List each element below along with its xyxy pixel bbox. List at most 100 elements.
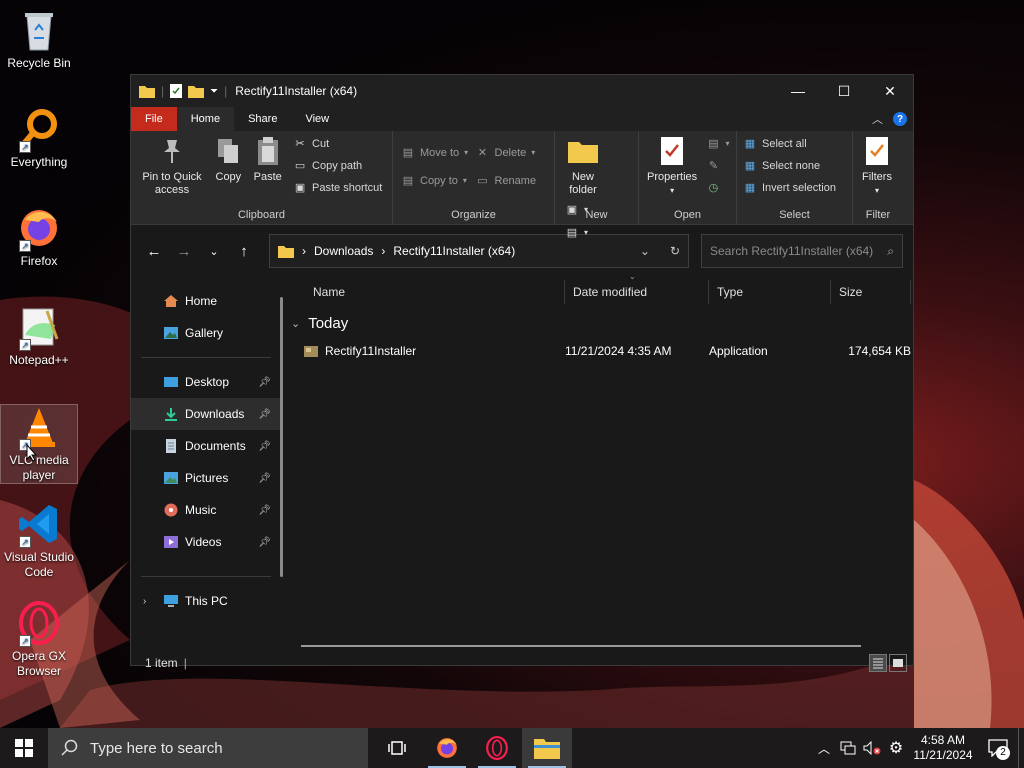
nav-item-videos[interactable]: Videos 📌︎ xyxy=(131,526,283,558)
address-bar[interactable]: › Downloads › Rectify11Installer (x64) ⌄… xyxy=(269,234,689,268)
nav-item-this-pc[interactable]: › This PC xyxy=(131,585,283,617)
paste-shortcut-button[interactable]: ▣ Paste shortcut xyxy=(293,179,383,196)
settings-gear-icon[interactable]: ⚙ xyxy=(884,738,908,758)
breadcrumb-current[interactable]: Rectify11Installer (x64) xyxy=(393,244,515,258)
pin-icon[interactable]: 📌︎ xyxy=(258,441,271,452)
column-type[interactable]: Type xyxy=(709,280,831,304)
help-icon[interactable]: ? xyxy=(893,112,907,126)
column-name[interactable]: Name xyxy=(291,280,565,304)
delete-button[interactable]: ✕ Delete ▾ xyxy=(476,144,537,161)
new-folder-small-icon[interactable] xyxy=(188,84,205,98)
taskbar-search[interactable]: Type here to search xyxy=(48,728,368,768)
taskbar-file-explorer[interactable] xyxy=(522,728,572,768)
refresh-icon[interactable]: ↻ xyxy=(670,244,680,258)
maximize-button[interactable]: ☐ xyxy=(821,75,867,107)
desktop-icon-vscode[interactable]: ↗ Visual Studio Code xyxy=(0,502,78,580)
large-icons-view-button[interactable] xyxy=(889,654,907,672)
column-size[interactable]: Size xyxy=(831,280,911,304)
ribbon: Pin to Quick access Copy Paste ✂ Cut ▭ Cop… xyxy=(131,131,913,239)
select-none-button[interactable]: ▦ Select none xyxy=(743,157,836,174)
nav-item-gallery[interactable]: Gallery xyxy=(131,317,283,349)
minimize-button[interactable]: — xyxy=(775,75,821,107)
desktop-icon-vlc[interactable]: ↗ VLC media player xyxy=(0,404,78,484)
nav-item-pictures[interactable]: Pictures 📌︎ xyxy=(131,462,283,494)
nav-item-desktop[interactable]: Desktop 📌︎ xyxy=(131,366,283,398)
nav-item-music[interactable]: Music 📌︎ xyxy=(131,494,283,526)
notification-center-button[interactable]: 2 xyxy=(978,728,1018,768)
group-header-today[interactable]: ⌄ Today xyxy=(291,309,913,337)
tab-view[interactable]: View xyxy=(291,107,343,131)
open-button[interactable]: ▤ ▾ xyxy=(706,135,729,152)
show-desktop-button[interactable] xyxy=(1018,728,1024,768)
horizontal-scrollbar[interactable] xyxy=(301,645,861,647)
forward-button[interactable]: → xyxy=(169,236,199,266)
clock[interactable]: 4:58 AM 11/21/2024 xyxy=(908,733,978,763)
desktop-icon-firefox[interactable]: ↗ Firefox xyxy=(0,206,78,269)
history-button[interactable]: ◷ xyxy=(706,179,729,196)
search-input[interactable]: Search Rectify11Installer (x64) xyxy=(710,244,887,258)
close-button[interactable]: ✕ xyxy=(867,75,913,107)
tab-home[interactable]: Home xyxy=(176,107,235,131)
nav-item-documents[interactable]: Documents 📌︎ xyxy=(131,430,283,462)
rename-icon: ▭ xyxy=(477,175,488,187)
pin-icon[interactable]: 📌︎ xyxy=(258,473,271,484)
taskbar-search-input[interactable]: Type here to search xyxy=(90,740,223,757)
move-to-button[interactable]: ▤ Move to ▾ xyxy=(401,144,468,161)
search-icon[interactable]: ⌕ xyxy=(887,244,894,259)
desktop-icon-everything[interactable]: ↗ Everything xyxy=(0,107,78,170)
title-bar[interactable]: | ⏷ | Rectify11Installer (x64) — ☐ ✕ xyxy=(131,75,913,107)
pin-icon[interactable]: 📌︎ xyxy=(258,537,271,548)
select-all-button[interactable]: ▦ Select all xyxy=(743,135,836,152)
select-all-label: Select all xyxy=(762,137,807,150)
copy-to-button[interactable]: ▤ Copy to ▾ xyxy=(401,172,468,189)
filters-button[interactable]: Filters ▾ xyxy=(861,135,893,197)
taskbar-opera-gx[interactable] xyxy=(472,728,522,768)
network-icon[interactable] xyxy=(836,741,860,755)
pin-to-quick-access-button[interactable]: Pin to Quick access xyxy=(139,135,205,197)
invert-selection-button[interactable]: ▦ Invert selection xyxy=(743,179,836,196)
task-view-button[interactable] xyxy=(372,728,422,768)
opera-gx-icon xyxy=(486,736,508,760)
paste-button[interactable]: Paste xyxy=(252,135,284,184)
back-button[interactable]: ← xyxy=(139,236,169,266)
expand-chevron-icon[interactable]: › xyxy=(143,596,146,607)
tab-file[interactable]: File xyxy=(131,107,177,131)
paste-label: Paste xyxy=(253,171,282,183)
copy-button[interactable]: Copy xyxy=(212,135,244,184)
column-date-modified[interactable]: ⌄ Date modified xyxy=(565,272,709,304)
show-hidden-icons-icon[interactable]: ︿ xyxy=(812,740,836,757)
tab-share[interactable]: Share xyxy=(234,107,291,131)
select-group-label: Select xyxy=(779,209,810,221)
desktop-icon-notepad-plus-plus[interactable]: ↗ Notepad++ xyxy=(0,305,78,368)
customize-toolbar-icon[interactable]: ⏷ xyxy=(210,86,218,97)
desktop-icon-recycle-bin[interactable]: Recycle Bin xyxy=(0,8,78,71)
start-button[interactable] xyxy=(0,728,48,768)
recent-locations-button[interactable]: ⌄ xyxy=(199,236,229,266)
nav-item-home[interactable]: Home xyxy=(131,285,283,317)
address-dropdown-icon[interactable]: ⌄ xyxy=(640,244,650,258)
nav-item-downloads[interactable]: Downloads 📌︎ xyxy=(131,398,283,430)
pin-icon[interactable]: 📌︎ xyxy=(258,377,271,388)
volume-muted-icon[interactable] xyxy=(860,741,884,755)
delete-x-icon: ✕ xyxy=(477,147,488,159)
pin-icon[interactable]: 📌︎ xyxy=(258,409,271,420)
rename-button[interactable]: ▭ Rename xyxy=(476,172,536,189)
edit-button[interactable]: ✎ xyxy=(706,157,729,174)
table-row[interactable]: Rectify11Installer 11/21/2024 4:35 AM Ap… xyxy=(291,337,913,365)
collapse-group-icon[interactable]: ⌄ xyxy=(291,317,300,330)
properties-button[interactable]: Properties ▾ xyxy=(647,135,697,197)
taskbar-firefox[interactable] xyxy=(422,728,472,768)
new-folder-button[interactable]: New folder xyxy=(563,135,603,197)
pin-icon[interactable]: 📌︎ xyxy=(258,505,271,516)
copy-path-button[interactable]: ▭ Copy path xyxy=(293,157,382,174)
nav-item-label: Home xyxy=(185,294,218,308)
desktop-icon-opera-gx[interactable]: ↗ Opera GX Browser xyxy=(0,601,78,679)
breadcrumb-downloads[interactable]: Downloads xyxy=(314,244,373,258)
up-button[interactable]: ↑ xyxy=(229,236,259,266)
cut-button[interactable]: ✂ Cut xyxy=(293,135,382,152)
collapse-ribbon-icon[interactable]: ︿ xyxy=(872,111,883,127)
details-view-button[interactable] xyxy=(869,654,887,672)
easy-access-button[interactable]: ▤ ▾ xyxy=(565,224,588,241)
search-box[interactable]: Search Rectify11Installer (x64) ⌕ xyxy=(701,234,903,268)
properties-small-icon[interactable] xyxy=(170,84,183,98)
